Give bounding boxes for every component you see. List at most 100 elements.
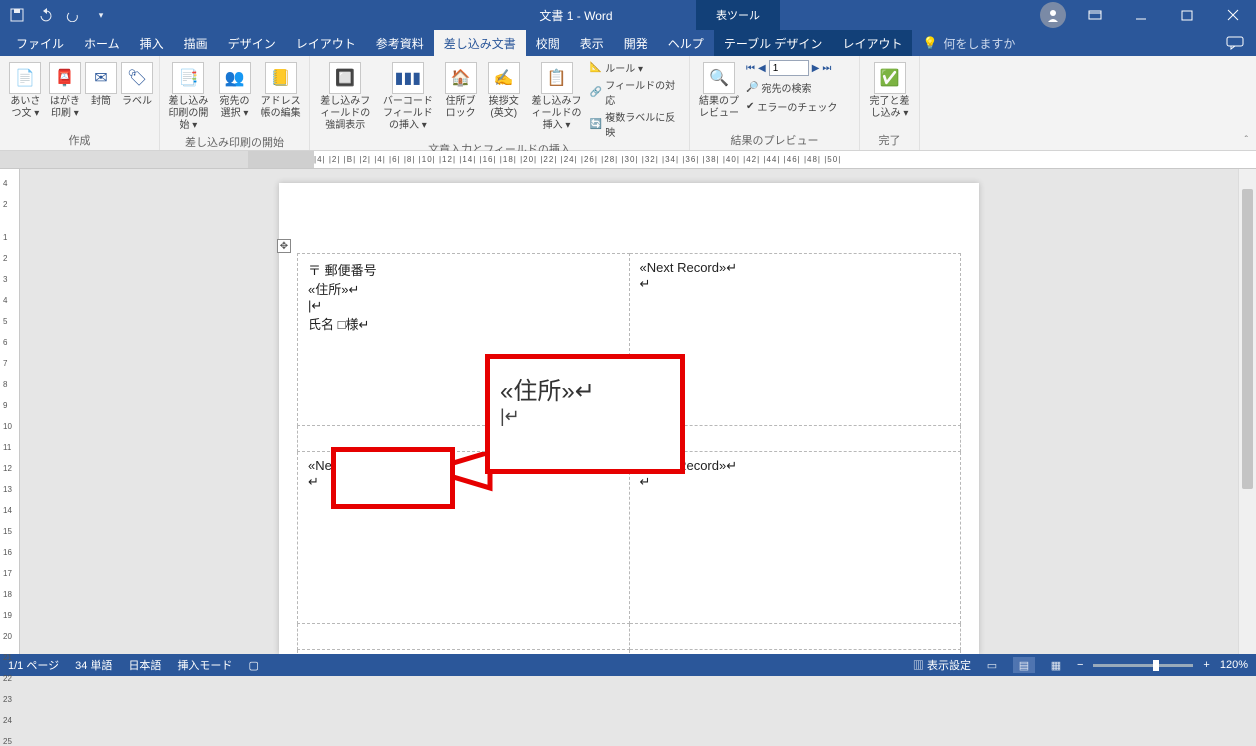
tab-developer[interactable]: 開発 xyxy=(614,30,658,56)
ruler-tick: 22 xyxy=(3,674,12,683)
next-record-field: «Next Record»↵ xyxy=(640,260,941,276)
ruler-tick: 12 xyxy=(3,464,12,473)
tab-review[interactable]: 校閲 xyxy=(526,30,570,56)
zoom-slider[interactable] xyxy=(1093,664,1193,667)
start-mailmerge-button[interactable]: 📑差し込み印刷の開始 ▾ xyxy=(166,60,211,132)
read-mode-icon[interactable]: ▭ xyxy=(981,657,1003,673)
preview-icon: 🔍 xyxy=(703,62,735,94)
tab-layout[interactable]: レイアウト xyxy=(286,30,366,56)
ruler-tick: 2 xyxy=(3,200,12,209)
newline-mark: ↵ xyxy=(640,276,941,292)
table-tools-label: 表ツール xyxy=(696,0,780,30)
tab-draw[interactable]: 描画 xyxy=(174,30,218,56)
greeting-button[interactable]: 📄あいさつ文 ▾ xyxy=(6,60,45,120)
qat-more-icon[interactable]: ▾ xyxy=(92,6,110,24)
ruler-tick: 5 xyxy=(3,317,12,326)
greeting-icon: 📄 xyxy=(9,62,41,94)
zoom-in-icon[interactable]: + xyxy=(1203,659,1209,671)
address-icon: 🏠 xyxy=(445,62,477,94)
tell-me-search[interactable]: 💡 何をしますか xyxy=(922,35,1015,52)
zoom-level[interactable]: 120% xyxy=(1220,659,1248,671)
insert-field-button[interactable]: 📋差し込みフィールドの挿入 ▾ xyxy=(527,60,586,132)
barcode-button[interactable]: ▮▮▮バーコードフィールドの挿入 ▾ xyxy=(379,60,438,132)
status-words[interactable]: 34 単語 xyxy=(75,657,112,673)
prev-record-icon[interactable]: ◀ xyxy=(758,63,766,74)
display-settings-button[interactable]: ▥ 表示設定 xyxy=(913,657,971,673)
web-layout-icon[interactable]: ▦ xyxy=(1045,657,1067,673)
document-area[interactable]: ✥ 〒 郵便番号 «住所»↵ |↵ 氏名 □様↵ «Next Record»↵ … xyxy=(20,169,1238,654)
ruler-tick: 20 xyxy=(3,632,12,641)
vertical-ruler[interactable]: 4212345678910111213141516171819202122232… xyxy=(0,169,20,654)
insertfield-icon: 📋 xyxy=(541,62,573,94)
save-icon[interactable] xyxy=(8,6,26,24)
minimize-icon[interactable] xyxy=(1118,0,1164,30)
redo-icon[interactable] xyxy=(64,6,82,24)
check-errors-button[interactable]: ✔エラーのチェック xyxy=(746,99,837,114)
preview-results-button[interactable]: 🔍結果のプレビュー xyxy=(696,60,742,120)
ruler-tick: 14 xyxy=(3,506,12,515)
greeting-line-button[interactable]: ✍挨拶文 (英文) xyxy=(484,60,523,120)
close-icon[interactable] xyxy=(1210,0,1256,30)
zoom-out-icon[interactable]: − xyxy=(1077,659,1083,671)
find-recipient-button[interactable]: 🔎宛先の検索 xyxy=(746,80,837,95)
comments-icon[interactable] xyxy=(1226,36,1244,50)
tab-help[interactable]: ヘルプ xyxy=(658,30,714,56)
tab-design[interactable]: デザイン xyxy=(218,30,286,56)
ribbon-display-icon[interactable] xyxy=(1072,0,1118,30)
tab-view[interactable]: 表示 xyxy=(570,30,614,56)
ruler-ticks: |4| |2| |B| |2| |4| |6| |8| |10| |12| |1… xyxy=(314,151,1256,168)
highlight-fields-button[interactable]: 🔲差し込みフィールドの強調表示 xyxy=(316,60,375,132)
postcard-button[interactable]: 📮はがき印刷 ▾ xyxy=(49,60,81,120)
find-icon: 🔎 xyxy=(746,82,758,93)
tab-insert[interactable]: 挿入 xyxy=(130,30,174,56)
table-move-handle-icon[interactable]: ✥ xyxy=(277,239,291,253)
status-page[interactable]: 1/1 ページ xyxy=(8,657,59,673)
collapse-ribbon-icon[interactable]: ˆ xyxy=(1245,135,1248,146)
table-cell[interactable]: «Next Record»↵ xyxy=(629,650,961,655)
rules-button[interactable]: 📐ルール ▾ xyxy=(590,60,683,75)
label-button[interactable]: 🏷ラベル xyxy=(121,60,153,108)
print-layout-icon[interactable]: ▤ xyxy=(1013,657,1035,673)
match-fields-button[interactable]: 🔗フィールドの対応 xyxy=(590,77,683,107)
maximize-icon[interactable] xyxy=(1164,0,1210,30)
address-block-button[interactable]: 🏠住所ブロック xyxy=(441,60,480,120)
first-record-icon[interactable]: ⏮ xyxy=(746,63,755,74)
vertical-scrollbar[interactable] xyxy=(1238,169,1256,654)
tab-table-layout[interactable]: レイアウト xyxy=(832,30,912,56)
status-language[interactable]: 日本語 xyxy=(128,657,161,673)
undo-icon[interactable] xyxy=(36,6,54,24)
check-icon: ✔ xyxy=(746,101,754,112)
ruler-tick: 25 xyxy=(3,737,12,746)
table-cell[interactable] xyxy=(298,624,630,650)
scrollbar-thumb[interactable] xyxy=(1242,189,1253,489)
callout-cursor: |↵ xyxy=(500,406,670,427)
macro-record-icon[interactable]: ▢ xyxy=(248,659,258,672)
ruler-tick: 19 xyxy=(3,611,12,620)
tab-references[interactable]: 参考資料 xyxy=(366,30,434,56)
table-cell[interactable]: «Next Record»↵ xyxy=(298,650,630,655)
ruler-tick: 23 xyxy=(3,695,12,704)
table-cell[interactable]: «Next Record»↵ ↵ xyxy=(629,452,961,624)
finish-merge-button[interactable]: ✅完了と差し込み ▾ xyxy=(866,60,913,120)
table-cell[interactable] xyxy=(629,624,961,650)
select-recipients-button[interactable]: 👥宛先の選択 ▾ xyxy=(215,60,254,120)
last-record-icon[interactable]: ⏭ xyxy=(822,63,831,74)
tell-me-label: 何をしますか xyxy=(943,35,1015,52)
group-preview-label: 結果のプレビュー xyxy=(696,130,853,148)
callout-small xyxy=(331,447,455,509)
horizontal-ruler[interactable]: |4| |2| |B| |2| |4| |6| |8| |10| |12| |1… xyxy=(0,151,1256,169)
edit-recipients-button[interactable]: 📒アドレス帳の編集 xyxy=(258,60,303,120)
update-labels-button[interactable]: 🔄複数ラベルに反映 xyxy=(590,109,683,139)
ruler-tick: 18 xyxy=(3,590,12,599)
tab-mailings[interactable]: 差し込み文書 xyxy=(434,30,526,56)
document-title: 文書 1 - Word xyxy=(476,7,676,24)
tab-table-design[interactable]: テーブル デザイン xyxy=(714,30,833,56)
tab-home[interactable]: ホーム xyxy=(74,30,130,56)
record-number-input[interactable] xyxy=(769,60,809,76)
next-record-icon[interactable]: ▶ xyxy=(812,63,820,74)
user-avatar-icon[interactable] xyxy=(1040,2,1066,28)
envelope-button[interactable]: ✉封筒 xyxy=(85,60,117,108)
highlight-icon: 🔲 xyxy=(329,62,361,94)
tab-file[interactable]: ファイル xyxy=(6,30,74,56)
status-insert-mode[interactable]: 挿入モード xyxy=(177,657,232,673)
